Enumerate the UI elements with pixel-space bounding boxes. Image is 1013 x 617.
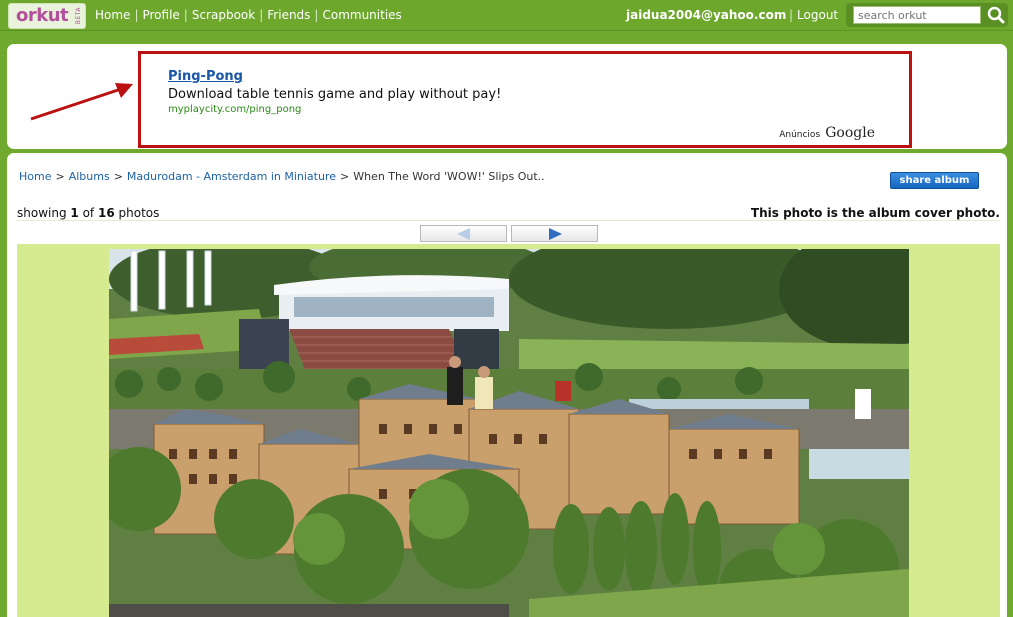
- breadcrumb: Home > Albums > Madurodam - Amsterdam in Min…: [19, 170, 545, 183]
- red-arrow-annotation: [30, 83, 133, 121]
- search-button[interactable]: [986, 5, 1006, 25]
- arrow-right-icon: [549, 228, 562, 240]
- ad-title-link[interactable]: Ping-Pong: [168, 69, 243, 84]
- search-box: [846, 3, 1008, 27]
- search-icon: [987, 6, 1005, 24]
- logo-text: orkut: [16, 5, 69, 26]
- ad-text: Download table tennis game and play with…: [168, 87, 502, 102]
- breadcrumb-album[interactable]: Madurodam - Amsterdam in Miniature: [127, 170, 336, 183]
- total-count: 16: [98, 206, 115, 220]
- nav-scrapbook[interactable]: Scrapbook: [192, 8, 255, 22]
- album-photo[interactable]: [109, 249, 909, 617]
- breadcrumb-current: When The Word 'WOW!' Slips Out..: [353, 170, 545, 183]
- share-album-button[interactable]: share album: [890, 172, 979, 189]
- arrow-left-icon: [457, 228, 470, 240]
- next-photo-button[interactable]: [511, 225, 598, 242]
- ads-by-google[interactable]: Anúncios Google: [779, 122, 875, 141]
- breadcrumb-home[interactable]: Home: [19, 170, 51, 183]
- logo-beta-label: BETA: [75, 7, 82, 25]
- nav-friends[interactable]: Friends: [267, 8, 310, 22]
- nav-home[interactable]: Home: [95, 8, 130, 22]
- top-bar: orkut BETA Home | Profile | Scrapbook | Friend…: [0, 0, 1013, 31]
- logout-link[interactable]: Logout: [797, 8, 838, 22]
- breadcrumb-albums[interactable]: Albums: [69, 170, 110, 183]
- user-email: jaidua2004@yahoo.com: [626, 8, 787, 22]
- anuncios-label: Anúncios: [779, 130, 821, 140]
- search-input[interactable]: [853, 6, 981, 24]
- madurodam-photo-illustration: [109, 249, 909, 617]
- cover-note: This photo is the album cover photo.: [750, 206, 1000, 220]
- photo-frame: [17, 244, 1000, 617]
- photo-counter: showing 1 of 16 photos: [17, 206, 160, 220]
- current-index: 1: [70, 206, 79, 220]
- main-nav: Home | Profile | Scrapbook | Friends | Communiti…: [95, 8, 402, 22]
- nav-profile[interactable]: Profile: [142, 8, 179, 22]
- prev-photo-button[interactable]: [420, 225, 507, 242]
- divider: [17, 220, 999, 221]
- nav-communities[interactable]: Communities: [322, 8, 401, 22]
- album-panel: Home > Albums > Madurodam - Amsterdam in Min…: [7, 153, 1007, 617]
- ad-panel: Ping-Pong Download table tennis game and…: [7, 44, 1007, 149]
- orkut-logo[interactable]: orkut BETA: [8, 3, 86, 29]
- google-logo: Google: [825, 125, 875, 141]
- ad-box[interactable]: Ping-Pong Download table tennis game and…: [138, 51, 912, 148]
- logout-wrap: | Logout: [789, 8, 839, 22]
- ad-url[interactable]: myplaycity.com/ping_pong: [168, 104, 301, 115]
